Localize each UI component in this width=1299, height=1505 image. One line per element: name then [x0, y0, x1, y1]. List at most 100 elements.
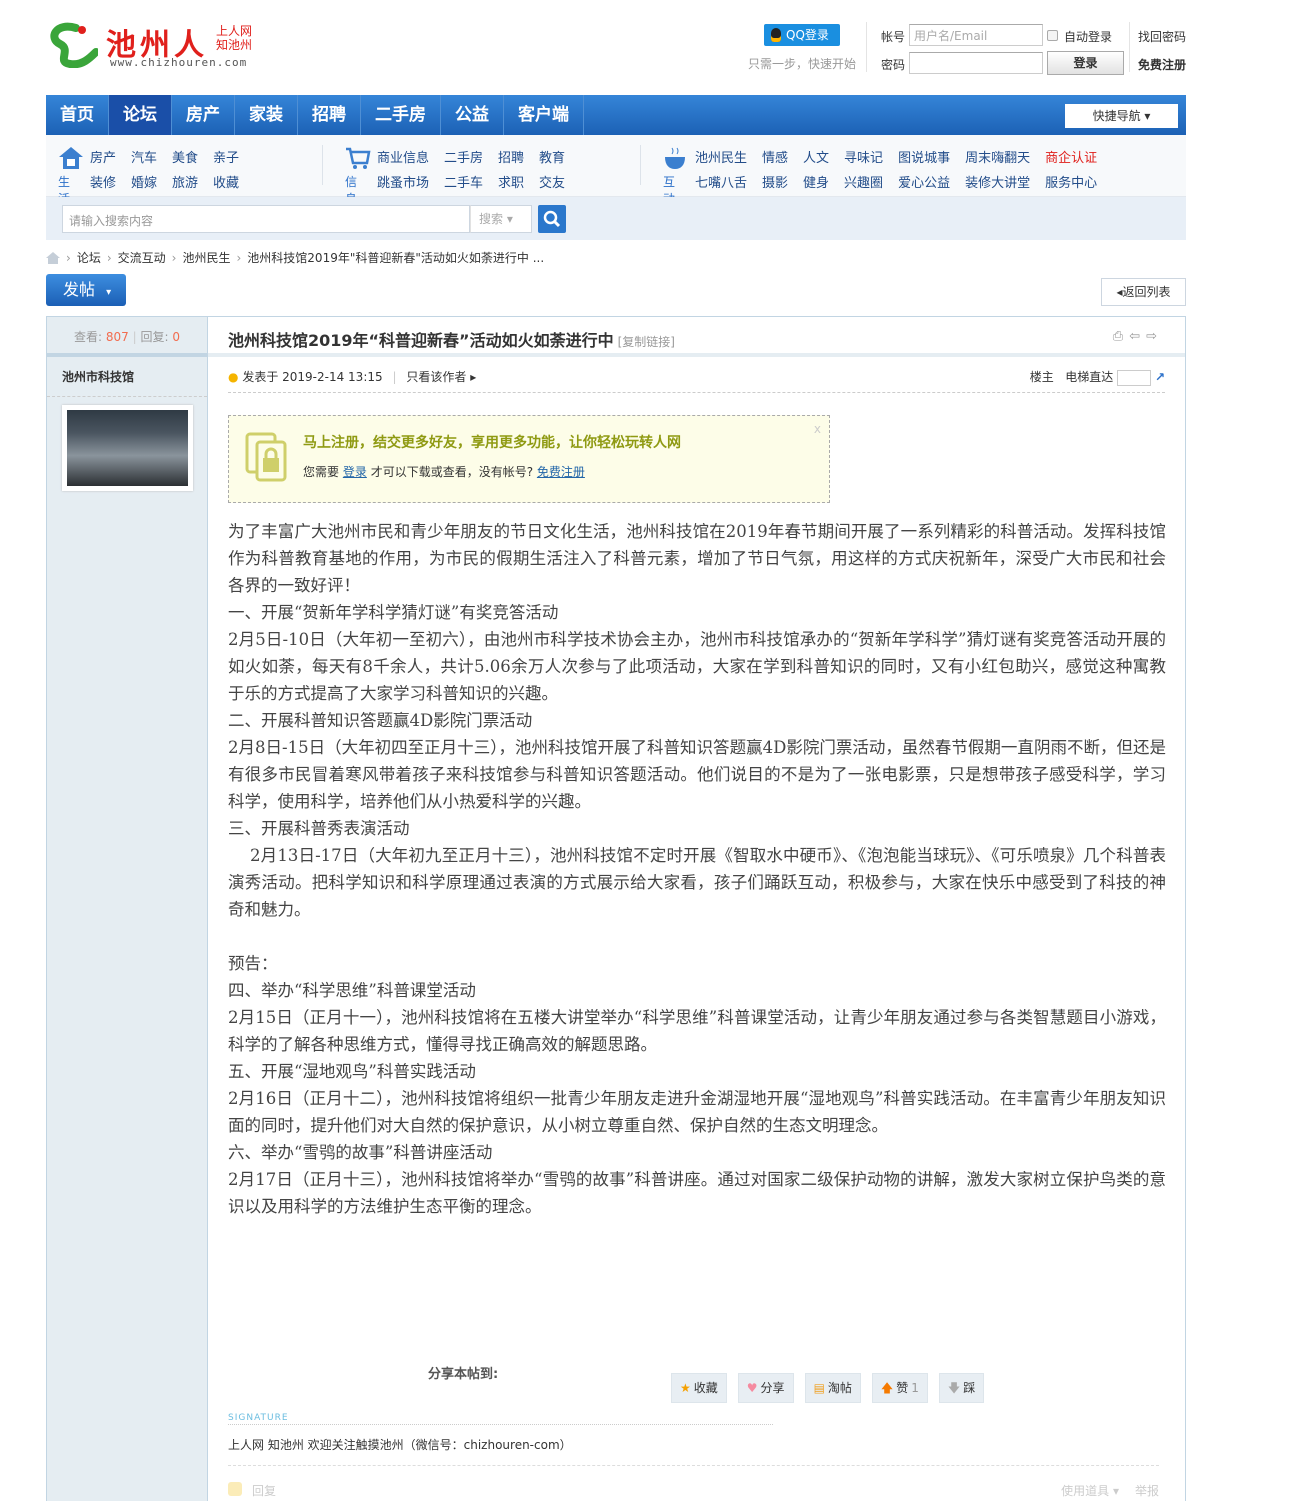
dislike-button[interactable]: 🡇 踩 [938, 1373, 985, 1403]
subnav-link[interactable]: 图说城事 [898, 147, 950, 166]
star-icon: ★ [680, 1381, 691, 1395]
search-bar: 请输入搜索内容 搜索 ▾ [46, 197, 1186, 240]
breadcrumb-forum[interactable]: 论坛 [77, 249, 101, 266]
search-icon [543, 210, 561, 228]
register-prompt: 马上注册，结交更多好友，享用更多功能，让你轻松玩转人网 您需要 登录 才可以下载… [228, 415, 830, 503]
reply-button[interactable]: 回复 [252, 1482, 276, 1499]
login-link[interactable]: 登录 [343, 465, 367, 479]
close-icon[interactable]: x [814, 422, 821, 436]
subnav-link[interactable]: 亲子 [213, 147, 239, 166]
nav-charity[interactable]: 公益 [441, 95, 504, 135]
qq-login-button[interactable]: QQ登录 [764, 24, 840, 46]
subnav-link[interactable]: 情感 [762, 147, 788, 166]
search-type-select[interactable]: 搜索 ▾ [470, 205, 532, 233]
new-post-button[interactable]: 发帖 ▾ [46, 274, 126, 306]
subnav-link[interactable]: 汽车 [131, 147, 157, 166]
replies-label: 回复: [140, 330, 169, 344]
avatar[interactable] [62, 405, 193, 491]
subnav-link-highlight[interactable]: 商企认证 [1045, 147, 1097, 166]
site-logo[interactable]: 池州人 上人网 知池州 www.chizhouren.com [46, 20, 261, 70]
favorite-button[interactable]: ★ 收藏 [671, 1373, 727, 1403]
house-icon [59, 147, 83, 169]
logo-mark-icon [50, 22, 98, 68]
subnav-link[interactable]: 交友 [539, 172, 565, 191]
back-to-list-button[interactable]: ◂返回列表 [1101, 278, 1186, 306]
main-nav: 首页 论坛 房产 家装 招聘 二手房 公益 客户端 快捷导航 ▾ [46, 95, 1186, 135]
breadcrumb-thread[interactable]: 池州科技馆2019年"科普迎新春"活动如火如荼进行中 ... [247, 249, 544, 266]
subnav-link[interactable]: 婚嫁 [131, 172, 157, 191]
post-paragraph: 一、开展“贺新年学科学猜灯谜”有奖竞答活动 [228, 603, 559, 622]
logo-sub1: 上人网 [216, 24, 253, 38]
account-input[interactable]: 用户名/Email [909, 24, 1043, 46]
home-icon[interactable] [46, 251, 60, 264]
subnav-link[interactable]: 二手车 [444, 172, 483, 191]
register-link[interactable]: 免费注册 [1138, 56, 1186, 73]
locked-file-icon [245, 432, 287, 482]
use-tools-dropdown[interactable]: 使用道具 ▾ [1061, 1482, 1119, 1499]
subnav-link[interactable]: 美食 [172, 147, 198, 166]
register-link[interactable]: 免费注册 [537, 465, 585, 479]
subnav-link[interactable]: 收藏 [213, 172, 239, 191]
subnav-link[interactable]: 池州民生 [695, 147, 747, 166]
subnav-link[interactable]: 人文 [803, 147, 829, 166]
search-input[interactable]: 请输入搜索内容 [62, 205, 470, 233]
subnav-link[interactable]: 旅游 [172, 172, 198, 191]
like-button[interactable]: 🡅 赞 1 [871, 1373, 928, 1403]
subnav-link[interactable]: 装修大讲堂 [965, 172, 1030, 191]
subnav-link[interactable]: 房产 [90, 147, 116, 166]
subnav-link[interactable]: 摄影 [762, 172, 788, 191]
divider [1129, 22, 1130, 72]
like-count: 1 [911, 1381, 919, 1395]
subnav-link[interactable]: 寻味记 [844, 147, 883, 166]
register-text-2: 才可以下载或查看，没有帐号? [370, 465, 534, 479]
subnav-link[interactable]: 招聘 [498, 147, 524, 166]
subnav-link[interactable]: 商业信息 [377, 147, 429, 166]
breadcrumb-category[interactable]: 交流互动 [118, 249, 166, 266]
subnav-link[interactable]: 跳蚤市场 [377, 172, 429, 191]
login-button[interactable]: 登录 [1047, 51, 1124, 75]
register-text: 您需要 登录 才可以下载或查看，没有帐号? 免费注册 [303, 463, 585, 480]
auto-login-checkbox[interactable] [1047, 30, 1058, 41]
subnav-link[interactable]: 装修 [90, 172, 116, 191]
print-icon[interactable]: ⎙ [1113, 329, 1129, 344]
only-author-link[interactable]: 只看该作者 [406, 370, 466, 384]
subnav-link[interactable]: 爱心公益 [898, 172, 950, 191]
next-thread-icon[interactable]: ⇨ [1146, 329, 1163, 344]
back-to-list-label: 返回列表 [1122, 285, 1171, 299]
avatar-image [67, 410, 188, 486]
logo-sub2: 知池州 [216, 38, 253, 52]
jump-floor-input[interactable] [1117, 369, 1152, 386]
go-icon[interactable]: ↗ [1155, 370, 1165, 384]
copy-link-button[interactable]: [复制链接] [618, 335, 675, 349]
divider [866, 22, 867, 72]
tao-button[interactable]: ▤ 淘帖 [804, 1373, 861, 1403]
nav-forum[interactable]: 论坛 [109, 95, 172, 135]
nav-second-hand-house[interactable]: 二手房 [361, 95, 441, 135]
breadcrumb-board[interactable]: 池州民生 [182, 249, 230, 266]
caret-right-icon: ▸ [470, 370, 477, 384]
subnav-link[interactable]: 健身 [803, 172, 829, 191]
nav-client[interactable]: 客户端 [504, 95, 584, 135]
subnav-link[interactable]: 教育 [539, 147, 565, 166]
share-button[interactable]: ♥ 分享 [737, 1373, 794, 1403]
post-footer: 回复 使用道具 ▾ 举报 [228, 1465, 1159, 1505]
subnav-link[interactable]: 周末嗨翻天 [965, 147, 1030, 166]
password-input[interactable] [909, 52, 1043, 74]
nav-jobs[interactable]: 招聘 [298, 95, 361, 135]
quick-nav-dropdown[interactable]: 快捷导航 ▾ [1065, 104, 1178, 128]
prev-thread-icon[interactable]: ⇦ [1129, 329, 1146, 344]
nav-home[interactable]: 首页 [46, 95, 109, 135]
caret-down-icon: ▾ [506, 212, 513, 226]
nav-house[interactable]: 房产 [172, 95, 235, 135]
subnav-link[interactable]: 服务中心 [1045, 172, 1097, 191]
search-button[interactable] [538, 205, 566, 233]
nav-decoration[interactable]: 家装 [235, 95, 298, 135]
jump-label: 电梯直达 [1065, 370, 1114, 384]
find-password-link[interactable]: 找回密码 [1138, 28, 1186, 45]
report-button[interactable]: 举报 [1135, 1482, 1159, 1499]
subnav-link[interactable]: 求职 [498, 172, 524, 191]
author-name[interactable]: 池州市科技馆 [47, 357, 207, 397]
subnav-link[interactable]: 二手房 [444, 147, 483, 166]
subnav-link[interactable]: 兴趣圈 [844, 172, 883, 191]
subnav-link[interactable]: 七嘴八舌 [695, 172, 747, 191]
